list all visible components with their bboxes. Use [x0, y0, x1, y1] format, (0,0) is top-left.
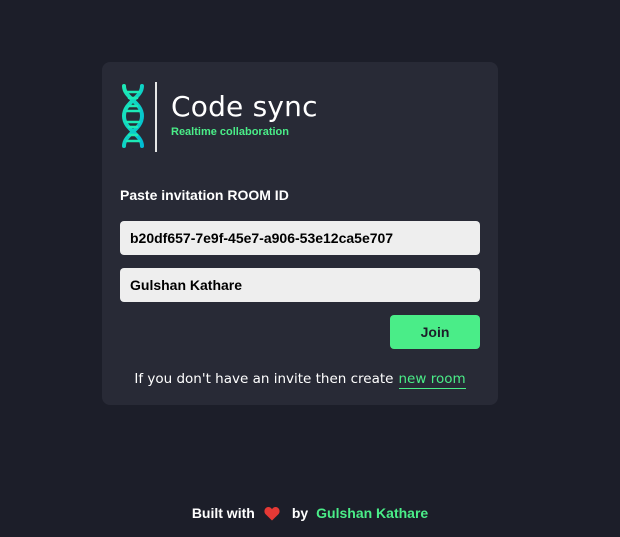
brand-subtitle: Realtime collaboration [171, 126, 289, 138]
new-room-link[interactable]: new room [398, 371, 466, 389]
footer-built-with: Built with [191, 505, 255, 521]
footer: Built with by Gulshan Kathare [0, 505, 620, 521]
room-id-input[interactable] [120, 221, 480, 255]
footer-author[interactable]: Gulshan Kathare [316, 505, 428, 521]
join-button[interactable]: Join [390, 315, 480, 349]
footer-by: by [291, 505, 309, 521]
brand-title: Code sync [171, 90, 318, 123]
page: Code sync Realtime collaboration Paste i… [0, 0, 620, 537]
join-card: Code sync Realtime collaboration Paste i… [102, 62, 498, 405]
username-input[interactable] [120, 268, 480, 302]
brand: Code sync Realtime collaboration [120, 82, 318, 152]
create-info-text: If you don't have an invite then create [134, 371, 394, 387]
room-id-label: Paste invitation ROOM ID [120, 187, 289, 203]
brand-divider [155, 82, 157, 152]
brand-text: Code sync Realtime collaboration [171, 82, 318, 138]
heart-icon [264, 506, 280, 520]
dna-icon [121, 84, 145, 148]
create-info: If you don't have an invite then create n… [102, 371, 498, 389]
